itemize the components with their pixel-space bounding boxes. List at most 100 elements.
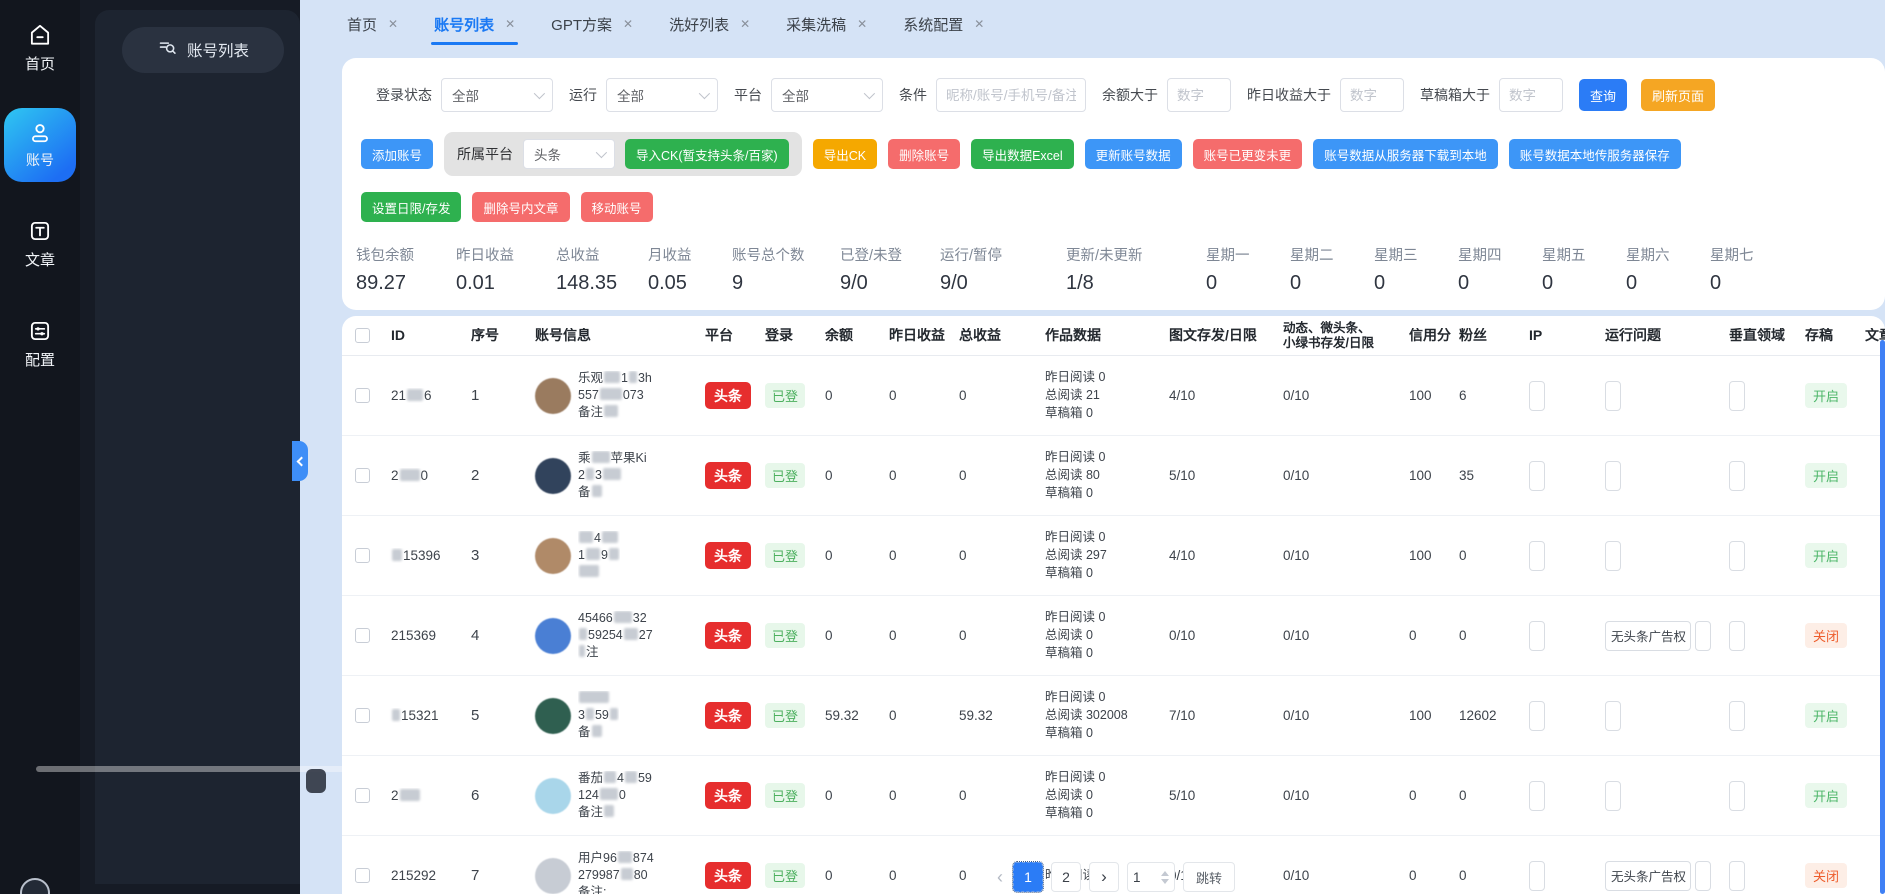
toolbar-button-导出CK[interactable]: 导出CK [813,139,877,169]
row-checkbox[interactable] [355,388,370,403]
stat-label: 运行/暂停 [940,244,1066,265]
stat-label: 月收益 [648,244,732,265]
toolbar-button-删除号内文章[interactable]: 删除号内文章 [472,192,569,222]
sidebar-item-article[interactable]: 文章 [0,218,80,270]
row-checkbox[interactable] [355,708,370,723]
stat-更新/未更新: 更新/未更新1/8 [1066,244,1206,295]
run-problem-box[interactable] [1605,461,1621,491]
toolbar-button-设置日限/存发[interactable]: 设置日限/存发 [361,192,461,222]
tab-账号列表[interactable]: 账号列表✕ [434,14,515,35]
stepper-down-icon[interactable] [1161,879,1169,884]
toolbar-button-账号已更变未更[interactable]: 账号已更变未更 [1193,139,1303,169]
page-button-2[interactable]: 2 [1051,862,1081,892]
cell-yesterday: 0 [884,388,954,403]
next-page-button[interactable]: › [1089,862,1119,892]
ip-input[interactable] [1529,541,1545,571]
vertical-field-input[interactable] [1729,781,1745,811]
tab-GPT方案[interactable]: GPT方案✕ [551,14,633,35]
platform-filter-select[interactable]: 全部 [771,78,883,112]
run-problem-box[interactable] [1605,541,1621,571]
import-ck-button[interactable]: 导入CK(暂支持头条/百家) [625,139,789,169]
ip-input[interactable] [1529,701,1545,731]
cell-check [342,468,386,483]
vertical-field-input[interactable] [1729,461,1745,491]
panel-title-pill[interactable]: 账号列表 [122,27,284,73]
tab-洗好列表[interactable]: 洗好列表✕ [669,14,750,35]
sidebar-item-account[interactable]: 账号 [4,108,76,182]
run-problem-box[interactable] [1695,861,1711,891]
run-problem-box[interactable] [1605,781,1621,811]
table-row: 202乘苹果Ki23备头条已登000昨日阅读 0总阅读 80草稿箱 05/100… [342,436,1885,516]
tab-首页[interactable]: 首页✕ [347,14,398,35]
condition-input[interactable] [936,78,1086,112]
column-header-昨日收益: 昨日收益 [884,328,954,343]
yesterday-gt-input[interactable] [1340,78,1404,112]
vertical-field-input[interactable] [1729,381,1745,411]
run-status-select[interactable]: 全部 [606,78,718,112]
toolbar-button-删除账号[interactable]: 删除账号 [888,139,960,169]
close-icon[interactable]: ✕ [505,17,515,31]
run-problem-box[interactable] [1605,381,1621,411]
platform-group-select[interactable]: 头条 [523,139,615,169]
ip-input[interactable] [1529,381,1545,411]
text-fragment: 279987 [578,868,620,882]
ip-input[interactable] [1529,781,1545,811]
sidebar-item-home[interactable]: 首页 [0,22,80,74]
toolbar-button-账号数据本地传服务器保存[interactable]: 账号数据本地传服务器保存 [1509,139,1681,169]
ip-input[interactable] [1529,461,1545,491]
account-name-line: 557073 [578,388,652,403]
table-row: 153963419头条已登000昨日阅读 0总阅读 297草稿箱 04/100/… [342,516,1885,596]
toolbar-button-导出数据Excel[interactable]: 导出数据Excel [971,139,1074,169]
close-icon[interactable]: ✕ [857,17,867,31]
run-problem-box[interactable] [1695,621,1711,651]
draft-gt-input[interactable] [1499,78,1563,112]
column-header-运行问题: 运行问题 [1600,328,1724,343]
add-account-button[interactable]: 添加账号 [361,139,433,169]
collapse-handle[interactable] [292,441,308,481]
close-icon[interactable]: ✕ [388,17,398,31]
jump-button[interactable]: 跳转 [1183,862,1235,892]
cell-credit: 0 [1404,628,1454,643]
toolbar-button-更新账号数据[interactable]: 更新账号数据 [1085,139,1182,169]
account-name-line: 乐观13h [578,371,652,386]
vertical-scrollbar[interactable] [1880,340,1885,894]
jump-page-input[interactable]: 1 [1127,862,1175,892]
vertical-field-input[interactable] [1729,861,1745,891]
close-icon[interactable]: ✕ [974,17,984,31]
close-icon[interactable]: ✕ [623,17,633,31]
refresh-page-button[interactable]: 刷新页面 [1641,79,1715,111]
vertical-field-input[interactable] [1729,621,1745,651]
select-all-checkbox[interactable] [355,328,370,343]
toolbar-button-账号数据从服务器下载到本地[interactable]: 账号数据从服务器下载到本地 [1313,139,1498,169]
row-checkbox[interactable] [355,788,370,803]
column-header-信用分: 信用分 [1404,328,1454,343]
tab-采集洗稿[interactable]: 采集洗稿✕ [786,14,867,35]
page-button-1[interactable]: 1 [1013,862,1043,892]
toolbar-row-2: 设置日限/存发删除号内文章移动账号 [342,192,1885,222]
row-checkbox[interactable] [355,548,370,563]
toolbar-button-移动账号[interactable]: 移动账号 [581,192,653,222]
run-problem-input[interactable]: 无头条广告权 [1605,861,1691,891]
stat-value: 0.05 [648,272,732,295]
stepper-icons[interactable] [1161,871,1169,884]
sidebar-item-config[interactable]: 配置 [0,318,80,370]
query-button[interactable]: 查询 [1579,79,1627,111]
account-name-line: 备 [578,485,647,500]
close-icon[interactable]: ✕ [740,17,750,31]
balance-gt-input[interactable] [1167,78,1231,112]
run-problem-box[interactable] [1605,701,1621,731]
prev-page-button[interactable]: ‹ [995,867,1005,888]
account-name-lines: 乘苹果Ki23备 [578,451,647,500]
ip-input[interactable] [1529,621,1545,651]
row-checkbox[interactable] [355,628,370,643]
tab-系统配置[interactable]: 系统配置✕ [903,14,984,35]
stat-label: 昨日收益 [456,244,556,265]
login-status-select[interactable]: 全部 [441,78,553,112]
run-problem-input[interactable]: 无头条广告权 [1605,621,1691,651]
stepper-up-icon[interactable] [1161,871,1169,876]
row-checkbox[interactable] [355,868,370,883]
vertical-field-input[interactable] [1729,701,1745,731]
vertical-field-input[interactable] [1729,541,1745,571]
ip-input[interactable] [1529,861,1545,891]
row-checkbox[interactable] [355,468,370,483]
